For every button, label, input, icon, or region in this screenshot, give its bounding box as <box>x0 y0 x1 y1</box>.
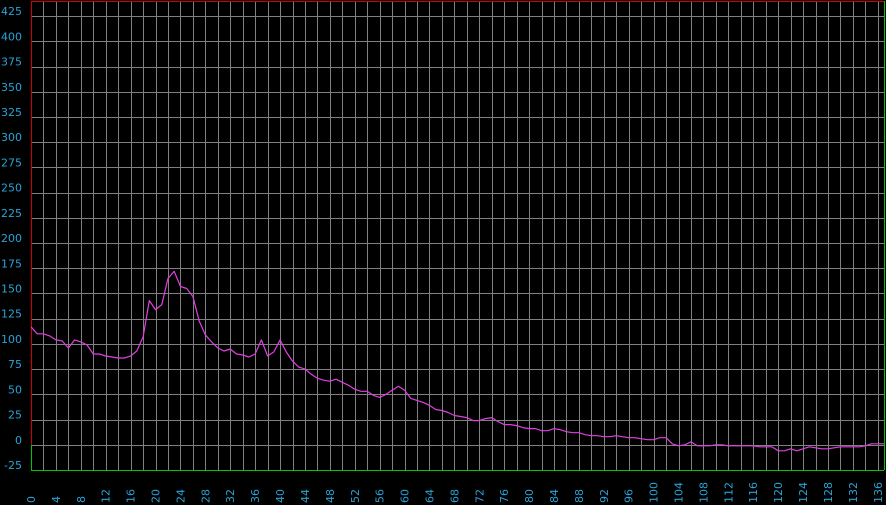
x-tick-label: 32 <box>224 489 237 503</box>
x-tick-label: 88 <box>573 489 586 503</box>
y-tick-label: 100 <box>1 333 22 346</box>
y-tick-label: 200 <box>1 232 22 245</box>
y-tick-label: 400 <box>1 30 22 43</box>
x-tick-label: 124 <box>797 482 810 503</box>
y-tick-label: 150 <box>1 282 22 295</box>
y-tick-label: 325 <box>1 106 22 119</box>
x-tick-label: 24 <box>174 489 187 503</box>
y-tick-label: 225 <box>1 207 22 220</box>
y-tick-label: 125 <box>1 308 22 321</box>
x-tick-label: 136 <box>872 482 885 503</box>
x-tick-label: 20 <box>150 489 163 503</box>
x-tick-label: 132 <box>847 482 860 503</box>
y-tick-label: 425 <box>1 5 22 18</box>
x-tick-label: 0 <box>25 496 38 503</box>
x-tick-label: 56 <box>374 489 387 503</box>
x-tick-label: 8 <box>75 496 88 503</box>
y-tick-label: 75 <box>8 358 22 371</box>
x-tick-label: 76 <box>498 489 511 503</box>
x-tick-label: 108 <box>697 482 710 503</box>
x-tick-label: 72 <box>473 489 486 503</box>
x-tick-label: 120 <box>772 482 785 503</box>
y-tick-label: 375 <box>1 56 22 69</box>
x-tick-label: 116 <box>747 482 760 503</box>
y-tick-label: 350 <box>1 81 22 94</box>
x-tick-label: 40 <box>274 489 287 503</box>
x-tick-label: 36 <box>249 489 262 503</box>
y-tick-label: 0 <box>15 434 22 447</box>
y-tick-label: 300 <box>1 131 22 144</box>
x-tick-label: 84 <box>548 489 561 503</box>
x-tick-label: 12 <box>100 489 113 503</box>
x-tick-label: 128 <box>822 482 835 503</box>
x-tick-label: 92 <box>598 489 611 503</box>
x-tick-label: 112 <box>722 482 735 503</box>
line-chart: -250255075100125150175200225250275300325… <box>0 0 886 505</box>
x-tick-label: 28 <box>199 489 212 503</box>
y-tick-label: 250 <box>1 182 22 195</box>
y-tick-label: 175 <box>1 257 22 270</box>
x-tick-label: 16 <box>125 489 138 503</box>
y-tick-label: 25 <box>8 409 22 422</box>
y-tick-label: 50 <box>8 383 22 396</box>
x-tick-label: 80 <box>523 489 536 503</box>
y-tick-label: -25 <box>4 459 22 472</box>
x-tick-label: 104 <box>673 482 686 503</box>
x-tick-label: 48 <box>324 489 337 503</box>
x-tick-label: 52 <box>349 489 362 503</box>
x-tick-label: 68 <box>448 489 461 503</box>
y-tick-label: 275 <box>1 156 22 169</box>
x-tick-label: 44 <box>299 489 312 503</box>
x-tick-label: 96 <box>623 489 636 503</box>
x-tick-label: 4 <box>50 496 63 503</box>
x-tick-label: 100 <box>648 482 661 503</box>
x-tick-label: 60 <box>399 489 412 503</box>
x-tick-label: 64 <box>423 489 436 503</box>
